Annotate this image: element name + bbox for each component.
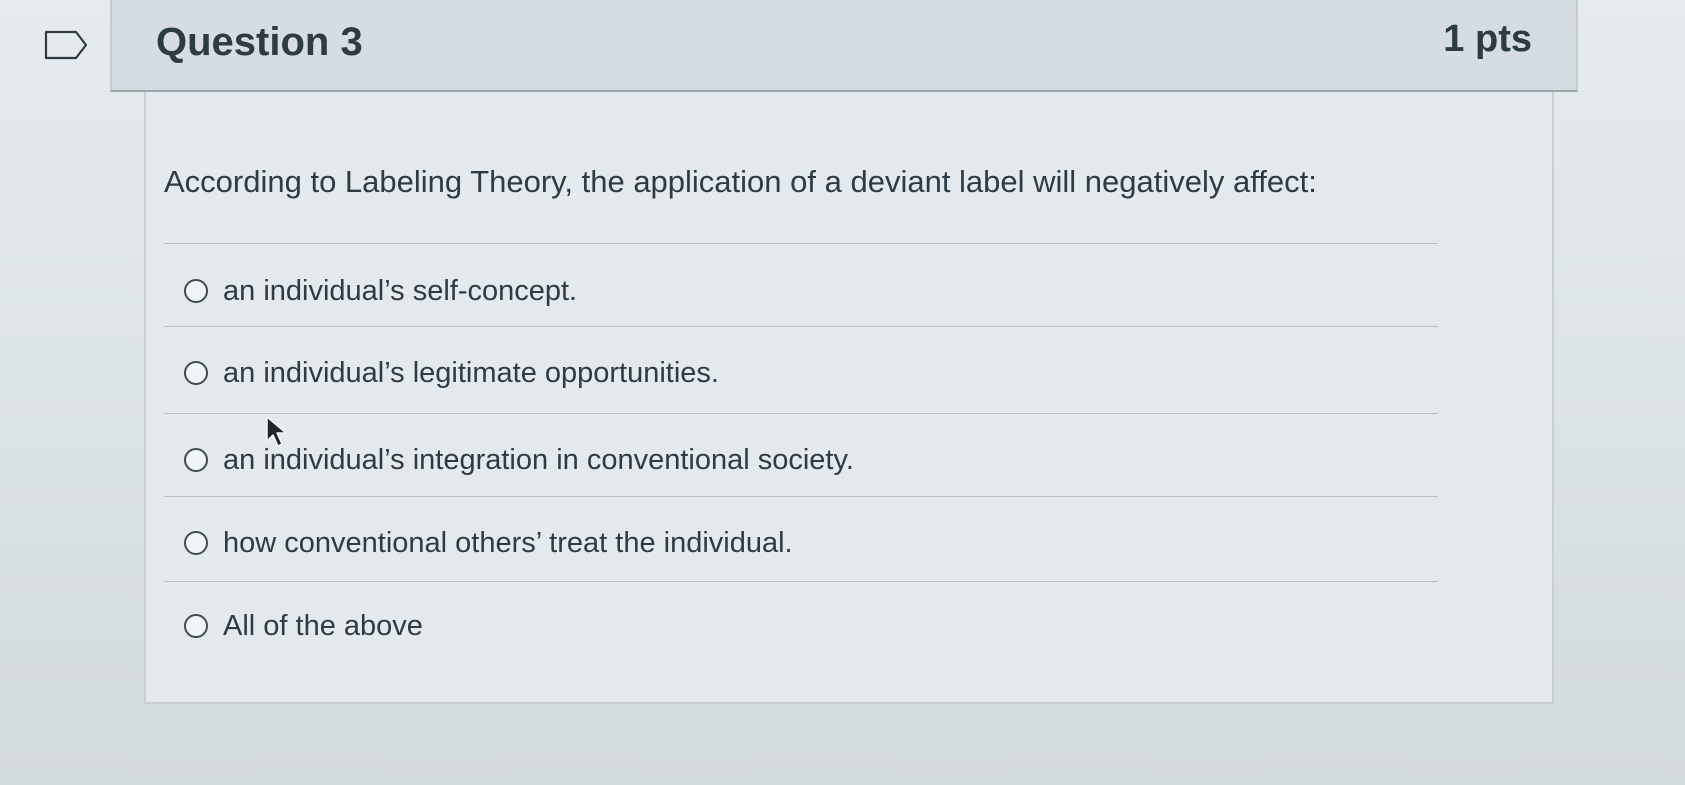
question-text: According to Labeling Theory, the applic… [164,164,1317,199]
question-header: Question 3 1 pts [110,0,1578,92]
answer-divider [164,581,1438,582]
answer-label: how conventional others’ treat the indiv… [223,526,793,559]
radio-button[interactable] [184,531,208,555]
answer-divider [164,496,1438,497]
answer-option[interactable]: how conventional others’ treat the indiv… [184,521,793,565]
answer-divider [164,243,1438,244]
answer-divider [164,413,1438,414]
answer-label: an individual’s integration in conventio… [223,443,854,476]
answer-option[interactable]: All of the above [184,604,423,648]
question-title: Question 3 [156,20,363,64]
quiz-page: Question 3 1 pts According to Labeling T… [0,0,1685,785]
answer-option[interactable]: an individual’s legitimate opportunities… [184,351,719,395]
answer-option[interactable]: an individual’s self-concept. [184,269,577,313]
question-body: According to Labeling Theory, the applic… [144,92,1554,704]
radio-button[interactable] [184,361,208,385]
question-points: 1 pts [1443,18,1532,60]
radio-button[interactable] [184,448,208,472]
mouse-pointer-icon [265,415,293,449]
answer-label: an individual’s legitimate opportunities… [223,356,719,389]
answer-label: an individual’s self-concept. [223,274,578,307]
question-card: Question 3 1 pts According to Labeling T… [110,0,1578,710]
flag-question-icon[interactable] [44,30,88,60]
answer-divider [164,326,1438,327]
answer-label: All of the above [223,609,423,642]
radio-button[interactable] [184,279,208,303]
radio-button[interactable] [184,614,208,638]
